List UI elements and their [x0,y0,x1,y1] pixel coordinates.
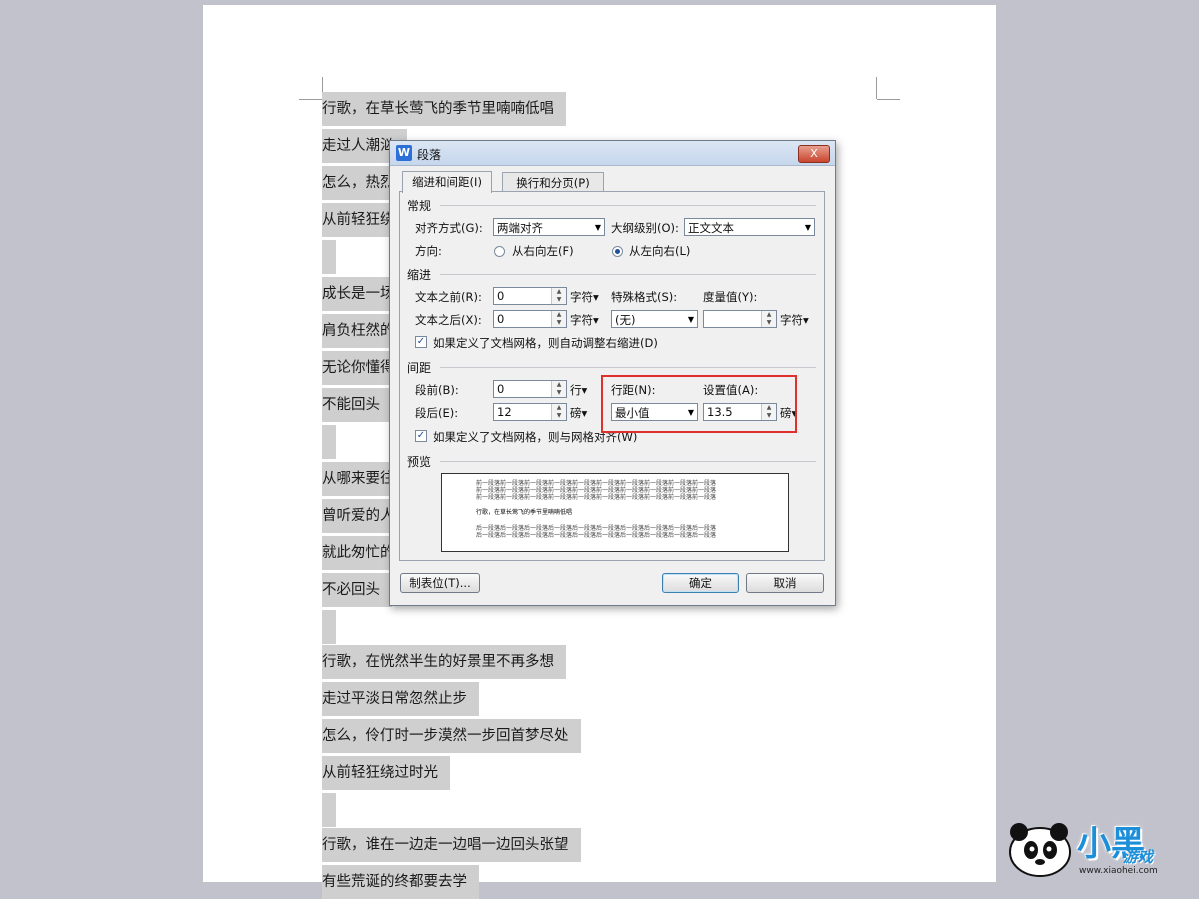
outline-level-select[interactable]: 正文文本 ▼ [684,218,815,236]
ltr-radio[interactable] [612,246,623,257]
alignment-select[interactable]: 两端对齐 ▼ [493,218,605,236]
measure-label: 度量值(Y): [703,290,758,304]
doc-line[interactable]: 从前轻狂绕过时光 [322,756,450,790]
preview-sample-text: 行歌，在草长莺飞的季节里喃喃低唱 [476,509,573,516]
preview-section-title: 预览 [407,455,432,469]
preview-next-paragraph: 后一段落后一段落后一段落后一段落后一段落后一段落后一段落后一段落后一段落后一段落 [476,532,717,539]
watermark-url: www.xiaohei.com [1079,866,1158,876]
crop-mark-top-right-v [876,77,877,99]
indent-after-unit[interactable]: 字符▾ [570,312,599,328]
doc-blank-line[interactable] [322,240,336,274]
cancel-button[interactable]: 取消 [746,573,824,593]
doc-line[interactable]: 不必回头 [322,573,392,607]
outline-level-value: 正文文本 [688,221,734,235]
alignment-label: 对齐方式(G): [415,221,483,235]
watermark-subtext: 游戏 [1123,848,1154,866]
indent-before-spinner[interactable]: 0 ▲ ▼ [493,287,567,305]
dialog-title: 段落 [417,148,442,162]
tab-stops-button[interactable]: 制表位(T)... [400,573,480,593]
tab-indent-spacing[interactable]: 缩进和间距(I) [402,171,492,193]
preview-box: 前一段落前一段落前一段落前一段落前一段落前一段落前一段落前一段落前一段落前一段落… [441,473,789,552]
indent-after-spinner[interactable]: 0 ▲ ▼ [493,310,567,328]
spinner-buttons[interactable]: ▲ ▼ [551,381,566,397]
panda-logo-icon [1009,823,1071,877]
rtl-radio[interactable] [494,246,505,257]
dropdown-arrow-icon: ▼ [594,223,601,232]
indent-after-label: 文本之后(X): [415,313,482,327]
doc-blank-line[interactable] [322,793,336,827]
spinner-buttons[interactable]: ▲ ▼ [551,288,566,304]
indent-grid-checkbox[interactable]: ✓ [415,336,427,348]
space-before-value: 0 [497,382,505,396]
space-before-label: 段前(B): [415,383,459,397]
spacing-section-title: 间距 [407,361,432,375]
special-format-select[interactable]: (无) ▼ [611,310,698,328]
indent-before-unit[interactable]: 字符▾ [570,289,599,305]
doc-blank-line[interactable] [322,610,336,644]
rtl-label[interactable]: 从右向左(F) [512,243,574,259]
outline-level-label: 大纲级别(O): [611,221,679,235]
indent-before-label: 文本之前(R): [415,290,482,304]
space-before-unit[interactable]: 行▾ [570,382,587,398]
doc-line[interactable]: 不能回头 [322,388,392,422]
measure-spinner[interactable]: ▲ ▼ [703,310,777,328]
special-format-value: (无) [615,313,636,327]
spacing-grid-checkbox[interactable]: ✓ [415,430,427,442]
indent-section-title: 缩进 [407,268,432,282]
measure-unit[interactable]: 字符▾ [780,312,809,328]
ok-button[interactable]: 确定 [662,573,739,593]
section-divider [440,205,816,206]
section-divider [440,367,816,368]
space-after-value: 12 [497,405,512,419]
spinner-buttons[interactable]: ▲ ▼ [551,311,566,327]
dialog-titlebar[interactable]: W 段落 X [390,141,835,166]
close-button[interactable]: X [798,145,830,163]
direction-label: 方向: [415,244,442,258]
tab-line-page-breaks[interactable]: 换行和分页(P) [502,172,604,193]
doc-line[interactable]: 有些荒诞的终都要去学 [322,865,479,899]
ltr-label[interactable]: 从左向右(L) [629,243,690,259]
space-before-spinner[interactable]: 0 ▲ ▼ [493,380,567,398]
doc-line[interactable]: 行歌，在草长莺飞的季节里喃喃低唱 [322,92,566,126]
section-divider [440,274,816,275]
spinner-buttons[interactable]: ▲ ▼ [761,311,776,327]
annotation-highlight-box [601,375,797,433]
indent-after-value: 0 [497,312,505,326]
doc-line[interactable]: 行歌，谁在一边走一边唱一边回头张望 [322,828,581,862]
watermark-logo: 小黑 游戏 www.xiaohei.com [1005,808,1197,880]
space-after-label: 段后(E): [415,406,459,420]
doc-line[interactable]: 行歌，在恍然半生的好景里不再多想 [322,645,566,679]
space-after-spinner[interactable]: 12 ▲ ▼ [493,403,567,421]
doc-line[interactable]: 走过平淡日常忽然止步 [322,682,479,716]
spinner-buttons[interactable]: ▲ ▼ [551,404,566,420]
doc-line[interactable]: 怎么，伶仃时一步漠然一步回首梦尽处 [322,719,581,753]
special-format-label: 特殊格式(S): [611,290,678,304]
section-divider [440,461,816,462]
crop-mark-top-right-h [877,99,900,100]
paragraph-dialog: W 段落 X 缩进和间距(I) 换行和分页(P) 常规 对齐方式(G): 两端对… [389,140,836,606]
space-after-unit[interactable]: 磅▾ [570,405,587,421]
general-section-title: 常规 [407,199,432,213]
crop-mark-top-left-h [299,99,322,100]
dropdown-arrow-icon: ▼ [687,315,694,324]
indent-before-value: 0 [497,289,505,303]
dropdown-arrow-icon: ▼ [804,223,811,232]
preview-prev-paragraph: 前一段落前一段落前一段落前一段落前一段落前一段落前一段落前一段落前一段落前一段落 [476,494,717,501]
wps-app-icon: W [396,145,412,161]
alignment-value: 两端对齐 [497,221,543,235]
doc-blank-line[interactable] [322,425,336,459]
indent-grid-label[interactable]: 如果定义了文档网格，则自动调整右缩进(D) [433,335,658,351]
